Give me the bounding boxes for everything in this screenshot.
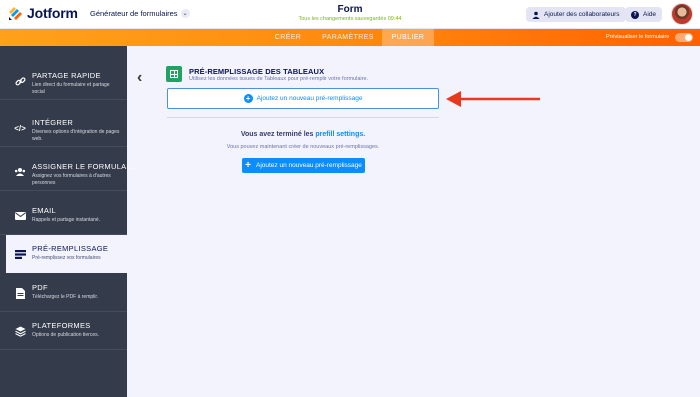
sidebar-item-desc: Options de publication tierces.: [32, 332, 99, 338]
sidebar-item-desc: Diverses options d'intégration de pages …: [32, 129, 120, 142]
envelope-icon: [13, 209, 27, 223]
preview-form-label: Prévisualiser le formulaire: [606, 34, 670, 40]
done-subtext: Vous pouvez maintenant créer de nouveaux…: [226, 144, 380, 150]
tab-publish[interactable]: PUBLIER: [382, 29, 434, 46]
add-prefill-button-label: Ajoutez un nouveau pré-remplissage: [255, 162, 362, 169]
code-icon: </>: [14, 123, 26, 133]
logo-text: Jotform: [27, 5, 78, 21]
prefill-icon: [13, 247, 27, 261]
jotform-logo-icon: [9, 7, 22, 20]
back-chevron-icon[interactable]: ‹: [137, 69, 142, 87]
add-prefill-button[interactable]: + Ajoutez un nouveau pré-remplissage: [242, 158, 365, 173]
sidebar-item-desc: Pré-remplissez vos formulaires: [32, 255, 101, 261]
jotform-logo[interactable]: Jotform: [8, 5, 78, 21]
builder-selector[interactable]: Générateur de formulaires ⌄: [90, 9, 190, 18]
sidebar-item-desc: Lien direct du formulaire et partage soc…: [32, 82, 110, 95]
sidebar-item-quick-share[interactable]: PARTAGE RAPIDE Lien direct du formulaire…: [0, 62, 127, 100]
plus-icon: +: [245, 159, 251, 171]
sidebar-item-desc: Assignez vos formulaires à d'autres pers…: [32, 173, 111, 186]
add-collaborators-button[interactable]: Ajouter des collaborateurs: [526, 7, 626, 22]
sidebar-item-embed[interactable]: </> INTÉGRER Diverses options d'intégrat…: [0, 109, 127, 147]
publish-sidebar: PARTAGE RAPIDE Lien direct du formulaire…: [0, 46, 136, 397]
add-prefill-box[interactable]: + Ajoutez un nouveau pré-remplissage: [167, 88, 439, 109]
done-message-text: Vous avez terminé les: [240, 131, 314, 138]
red-arrow-annotation: [446, 91, 540, 107]
content-title: PRÉ-REMPLISSAGE DES TABLEAUX: [189, 67, 325, 76]
layers-icon: [13, 324, 27, 338]
sidebar-item-desc: Téléchargez le PDF à remplir.: [32, 294, 99, 300]
add-prefill-box-label: Ajoutez un nouveau pré-remplissage: [256, 95, 363, 102]
add-collaborators-label: Ajouter des collaborateurs: [544, 11, 620, 18]
sidebar-item-title: EMAIL: [32, 206, 57, 215]
divider: [167, 117, 439, 118]
content-subtitle: Utilisez les données issues de Tableaux …: [189, 76, 369, 82]
sidebar-item-title: PLATEFORMES: [32, 321, 91, 330]
sidebar-item-title: PDF: [32, 283, 48, 292]
users-icon: [13, 165, 27, 179]
tab-create[interactable]: CRÉER: [262, 29, 314, 46]
sidebar-item-assign[interactable]: ASSIGNER LE FORMULAI... Assignez vos for…: [0, 153, 136, 191]
top-bar: Jotform Générateur de formulaires ⌄ Form…: [0, 0, 700, 29]
done-message: Vous avez terminé les prefill settings.: [167, 131, 439, 138]
sidebar-item-title: PARTAGE RAPIDE: [32, 71, 101, 80]
sidebar-item-title: INTÉGRER: [32, 118, 74, 127]
pdf-icon: [13, 286, 27, 300]
tab-settings[interactable]: PARAMÈTRES: [314, 29, 382, 46]
user-icon: [532, 11, 540, 19]
prefill-settings-link[interactable]: prefill settings.: [315, 131, 365, 138]
plus-circle-icon: +: [243, 94, 253, 103]
sidebar-item-prefill[interactable]: PRÉ-REMPLISSAGE Pré-remplissez vos formu…: [6, 235, 127, 273]
preview-toggle[interactable]: [675, 33, 693, 42]
tab-bar: CRÉER PARAMÈTRES PUBLIER Prévisualiser l…: [0, 29, 700, 46]
sidebar-item-desc: Rappels et partage instantané.: [32, 217, 101, 223]
sidebar-item-pdf[interactable]: PDF Téléchargez le PDF à remplir.: [0, 274, 127, 312]
spreadsheet-icon: [166, 66, 182, 82]
avatar[interactable]: [671, 3, 693, 25]
sidebar-item-title: PRÉ-REMPLISSAGE: [32, 244, 109, 253]
sidebar-item-title: ASSIGNER LE FORMULAI...: [32, 162, 137, 171]
sidebar-item-email[interactable]: EMAIL Rappels et partage instantané.: [0, 197, 127, 235]
chevron-down-icon: ⌄: [180, 9, 190, 18]
help-label: Aide: [643, 11, 657, 18]
sidebar-item-platforms[interactable]: PLATEFORMES Options de publication tierc…: [0, 312, 127, 350]
question-icon: ?: [631, 10, 639, 19]
link-icon: [13, 74, 27, 88]
help-button[interactable]: ? Aide: [625, 7, 663, 22]
builder-selector-label: Générateur de formulaires: [90, 9, 178, 18]
